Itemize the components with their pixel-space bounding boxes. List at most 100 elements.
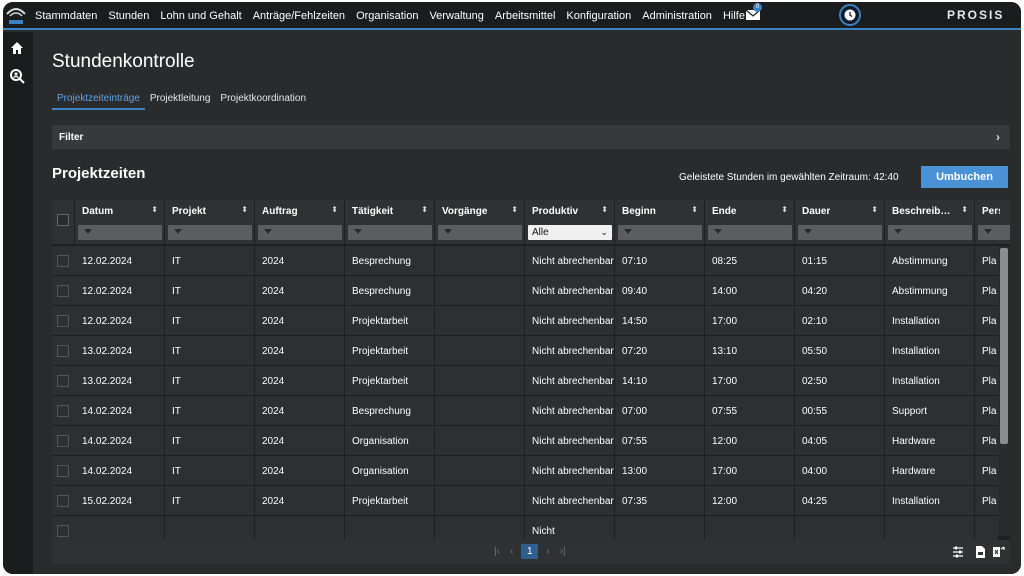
table-cell: IT <box>165 246 255 276</box>
menu-item-3[interactable]: Anträge/Fehlzeiten <box>253 10 345 22</box>
page-1-button[interactable]: 1 <box>521 544 539 559</box>
column-filter-input[interactable] <box>618 225 702 240</box>
table-cell: IT <box>165 396 255 426</box>
column-header-7[interactable]: Ende ⬍ <box>705 200 795 244</box>
menu-item-9[interactable]: Hilfe <box>723 10 745 22</box>
column-filter-input[interactable] <box>348 225 432 240</box>
row-checkbox[interactable] <box>57 375 69 387</box>
table-cell: 17:00 <box>705 456 795 486</box>
select-all-checkbox[interactable] <box>57 214 69 226</box>
table-cell: Nicht abrechenbar <box>525 456 615 486</box>
row-checkbox[interactable] <box>57 315 69 327</box>
column-filter-input[interactable] <box>978 225 1010 240</box>
menu-item-6[interactable]: Arbeitsmittel <box>495 10 556 22</box>
row-checkbox[interactable] <box>57 255 69 267</box>
menu-item-8[interactable]: Administration <box>642 10 712 22</box>
home-icon[interactable] <box>9 40 25 56</box>
row-checkbox[interactable] <box>57 345 69 357</box>
column-filter-input[interactable] <box>438 225 522 240</box>
produktiv-filter-select[interactable]: Alle ⌄ <box>528 225 612 240</box>
column-header-0[interactable]: Datum ⬍ <box>75 200 165 244</box>
table-row[interactable]: 14.02.2024 IT 2024 Besprechung Nicht abreche… <box>52 396 998 426</box>
tab-1[interactable]: Projektleitung <box>145 91 216 110</box>
column-header-10[interactable]: Perso <box>975 200 1010 244</box>
column-header-3[interactable]: Tätigkeit ⬍ <box>345 200 435 244</box>
clock-icon[interactable] <box>839 4 861 26</box>
table-cell: Installation <box>885 366 975 396</box>
tab-2[interactable]: Projektkoordination <box>215 91 311 110</box>
table-row[interactable]: 14.02.2024 IT 2024 Organisation Nicht abrech… <box>52 426 998 456</box>
row-checkbox[interactable] <box>57 285 69 297</box>
search-user-icon[interactable] <box>9 68 25 84</box>
table-row[interactable]: 15.02.2024 IT 2024 Projektarbeit Nicht abrec… <box>52 486 998 516</box>
table-cell: 2024 <box>255 456 345 486</box>
table-cell: Installation <box>885 306 975 336</box>
row-checkbox[interactable] <box>57 465 69 477</box>
column-header-8[interactable]: Dauer ⬍ <box>795 200 885 244</box>
column-header-5[interactable]: Produktiv ⬍ Alle ⌄ <box>525 200 615 244</box>
sort-icon[interactable]: ⬍ <box>331 205 338 214</box>
column-settings-icon[interactable] <box>951 545 965 559</box>
menu-item-1[interactable]: Stunden <box>108 10 149 22</box>
table-cell: 07:55 <box>705 396 795 426</box>
umbuchen-button[interactable]: Umbuchen <box>921 166 1008 188</box>
row-checkbox[interactable] <box>57 435 69 447</box>
table-cell: 07:35 <box>615 486 705 516</box>
prev-page-button[interactable]: ‹ <box>510 546 513 557</box>
grid-footer: |‹ ‹ 1 › ›| <box>52 540 1010 564</box>
menu-item-7[interactable]: Konfiguration <box>566 10 631 22</box>
column-filter-input[interactable] <box>888 225 972 240</box>
menu-item-5[interactable]: Verwaltung <box>429 10 483 22</box>
sort-icon[interactable]: ⬍ <box>781 205 788 214</box>
tab-0[interactable]: Projektzeiteinträge <box>52 91 145 110</box>
table-cell: Hardware <box>885 456 975 486</box>
column-header-4[interactable]: Vorgänge ⬍ <box>435 200 525 244</box>
table-row[interactable]: 12.02.2024 IT 2024 Besprechung Nicht abreche… <box>52 276 998 306</box>
column-filter-input[interactable] <box>168 225 252 240</box>
pagination: |‹ ‹ 1 › ›| <box>489 544 571 559</box>
sort-icon[interactable]: ⬍ <box>151 205 158 214</box>
table-cell: Nicht abrechenbar <box>525 276 615 306</box>
column-header-6[interactable]: Beginn ⬍ <box>615 200 705 244</box>
sort-icon[interactable]: ⬍ <box>691 205 698 214</box>
table-row[interactable]: 14.02.2024 IT 2024 Organisation Nicht abrech… <box>52 456 998 486</box>
last-page-button[interactable]: ›| <box>560 546 566 557</box>
table-row[interactable]: 13.02.2024 IT 2024 Projektarbeit Nicht abrec… <box>52 336 998 366</box>
sort-icon[interactable]: ⬍ <box>511 205 518 214</box>
filter-panel-toggle[interactable]: Filter › <box>52 125 1010 149</box>
menu-item-2[interactable]: Lohn und Gehalt <box>160 10 241 22</box>
column-filter-input[interactable] <box>708 225 792 240</box>
next-page-button[interactable]: › <box>546 546 549 557</box>
filter-label: Filter <box>59 131 84 143</box>
table-cell <box>435 366 525 396</box>
row-checkbox[interactable] <box>57 405 69 417</box>
excel-export-icon[interactable] <box>991 545 1005 559</box>
table-cell: 04:20 <box>795 276 885 306</box>
table-row[interactable]: 12.02.2024 IT 2024 Besprechung Nicht abreche… <box>52 246 998 276</box>
column-header-9[interactable]: Beschreib… ⬍ <box>885 200 975 244</box>
menu-item-0[interactable]: Stammdaten <box>35 10 97 22</box>
table-cell: Abstimmung <box>885 246 975 276</box>
column-filter-input[interactable] <box>78 225 162 240</box>
pdf-export-icon[interactable] <box>973 545 987 559</box>
column-filter-input[interactable] <box>258 225 342 240</box>
table-row[interactable]: 13.02.2024 IT 2024 Projektarbeit Nicht abrec… <box>52 366 998 396</box>
sort-icon[interactable]: ⬍ <box>601 205 608 214</box>
table-cell: 14.02.2024 <box>75 426 165 456</box>
sort-icon[interactable]: ⬍ <box>871 205 878 214</box>
sort-icon[interactable]: ⬍ <box>961 205 968 214</box>
row-checkbox[interactable] <box>57 495 69 507</box>
sort-icon[interactable]: ⬍ <box>241 205 248 214</box>
mail-badge: 0 <box>753 3 762 12</box>
column-filter-input[interactable] <box>798 225 882 240</box>
first-page-button[interactable]: |‹ <box>494 546 500 557</box>
table-row[interactable]: 12.02.2024 IT 2024 Projektarbeit Nicht abrec… <box>52 306 998 336</box>
column-header-1[interactable]: Projekt ⬍ <box>165 200 255 244</box>
vertical-scrollbar[interactable] <box>998 246 1010 536</box>
menu-item-4[interactable]: Organisation <box>356 10 418 22</box>
row-checkbox[interactable] <box>57 525 69 537</box>
column-header-2[interactable]: Auftrag ⬍ <box>255 200 345 244</box>
table-cell: 08:25 <box>705 246 795 276</box>
vertical-scroll-thumb[interactable] <box>1000 248 1008 444</box>
sort-icon[interactable]: ⬍ <box>421 205 428 214</box>
